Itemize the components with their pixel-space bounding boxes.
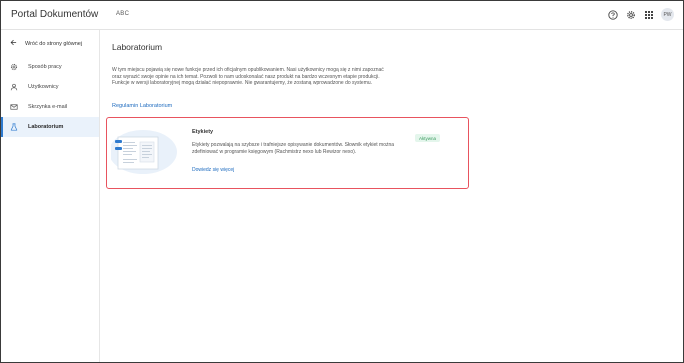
sidebar-item-label: Użytkownicy (28, 84, 59, 90)
arrow-left-icon (10, 39, 17, 48)
feature-card-etykiety: Etykiety Etykiety pozwalają na szybsze i… (106, 117, 469, 189)
user-avatar[interactable]: PW (661, 8, 674, 21)
sidebar-nav: Sposób pracy Użytkownicy Skrzynka e-mail… (1, 57, 99, 137)
sidebar-item-label: Sposób pracy (28, 64, 62, 70)
app-window: Portal Dokumentów ABC PW Wróć do strony … (0, 0, 684, 363)
top-icons: PW (607, 8, 674, 21)
sidebar-item-uzytkownicy[interactable]: Użytkownicy (1, 77, 99, 97)
mail-icon (10, 103, 18, 111)
back-label: Wróć do strony głównej (25, 40, 83, 47)
feature-description: Etykiety pozwalają na szybsze i trafniej… (192, 142, 395, 155)
feature-title: Etykiety (192, 129, 214, 135)
users-icon (10, 83, 18, 91)
sidebar: Wróć do strony głównej Sposób pracy Użyt… (1, 30, 100, 362)
sidebar-item-label: Laboratorium (28, 124, 64, 130)
help-icon[interactable] (607, 9, 618, 20)
status-badge: Aktywna (415, 134, 441, 142)
sidebar-item-label: Skrzynka e-mail (28, 104, 68, 110)
labels-illustration (109, 126, 183, 182)
lab-description: W tym miejscu pojawią się nowe funkcje p… (112, 67, 384, 87)
page-title: Laboratorium (112, 42, 163, 52)
top-bar: Portal Dokumentów ABC PW (1, 1, 683, 30)
settings-gear-icon[interactable] (625, 9, 636, 20)
sidebar-item-laboratorium[interactable]: Laboratorium (1, 117, 99, 137)
back-link[interactable]: Wróć do strony głównej (10, 39, 82, 48)
apps-grid-icon[interactable] (643, 9, 654, 20)
regulations-link[interactable]: Regulamin Laboratorium (112, 103, 172, 109)
app-title[interactable]: Portal Dokumentów (11, 9, 98, 20)
tenant-name[interactable]: ABC (116, 11, 129, 17)
flask-icon (10, 123, 18, 131)
learn-more-link[interactable]: Dowiedz się więcej (192, 167, 234, 173)
main-content: Laboratorium W tym miejscu pojawią się n… (100, 30, 683, 362)
gear-icon (10, 63, 18, 71)
sidebar-item-skrzynka-email[interactable]: Skrzynka e-mail (1, 97, 99, 117)
sidebar-item-sposob-pracy[interactable]: Sposób pracy (1, 57, 99, 77)
